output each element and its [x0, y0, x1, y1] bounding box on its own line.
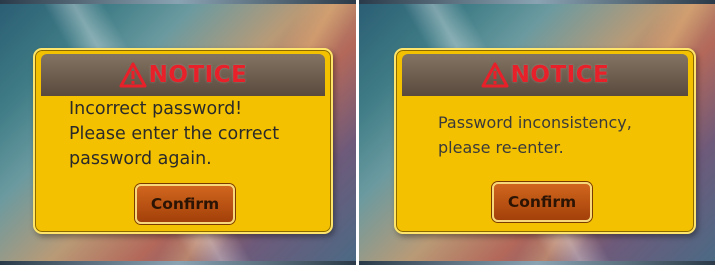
notice-title: NOTICE	[148, 62, 248, 88]
warning-triangle-icon	[119, 62, 147, 88]
dialog-header: NOTICE	[41, 54, 325, 96]
screen-panel-right: NOTICE Password inconsistency, please re…	[359, 0, 715, 265]
screen-frame-bottom	[359, 261, 715, 265]
message-line: Incorrect password!	[69, 99, 243, 119]
confirm-button[interactable]: Confirm	[492, 182, 592, 222]
notice-title: NOTICE	[510, 62, 610, 88]
message-line: Please enter the correct	[69, 124, 280, 144]
warning-triangle-icon	[481, 62, 509, 88]
screen-frame-bottom	[0, 261, 356, 265]
screen-frame-top	[359, 0, 715, 4]
dialog-message: Password inconsistency, please re-enter.	[438, 110, 684, 160]
confirm-button[interactable]: Confirm	[135, 184, 235, 224]
notice-dialog: NOTICE Incorrect password! Please enter …	[33, 48, 333, 234]
screen-panel-left: NOTICE Incorrect password! Please enter …	[0, 0, 356, 265]
message-line: password again.	[69, 149, 212, 169]
notice-dialog: NOTICE Password inconsistency, please re…	[394, 48, 696, 234]
screen-frame-top	[0, 0, 356, 4]
message-line: Password inconsistency,	[438, 113, 632, 132]
dialog-header: NOTICE	[402, 54, 688, 96]
message-line: please re-enter.	[438, 138, 564, 157]
dialog-message: Incorrect password! Please enter the cor…	[69, 97, 321, 172]
